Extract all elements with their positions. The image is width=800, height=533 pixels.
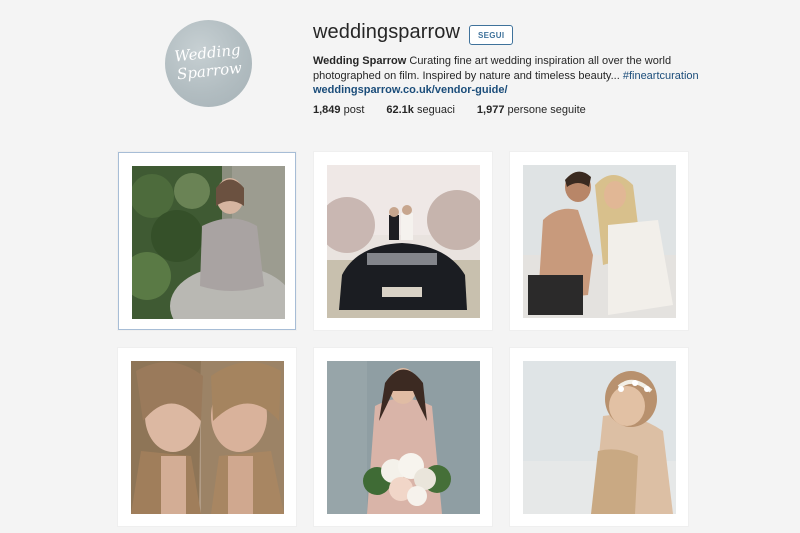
bio-full-name: Wedding Sparrow (313, 55, 407, 67)
profile-avatar[interactable]: Wedding Sparrow (165, 20, 252, 107)
post-photo (327, 361, 480, 514)
follow-button[interactable]: SEGUI (469, 25, 514, 45)
post-photo (327, 165, 480, 318)
bio-hashtag-link[interactable]: #fineartcuration (623, 70, 699, 82)
profile-bio: Wedding Sparrow Curating fine art weddin… (313, 54, 703, 98)
post-tile[interactable] (118, 348, 296, 526)
post-tile[interactable] (510, 152, 688, 330)
post-tile[interactable] (510, 348, 688, 526)
profile-username: weddingsparrow (313, 21, 461, 43)
stat-followers[interactable]: 62.1k seguaci (386, 104, 455, 116)
stat-posts: 1,849 post (313, 104, 365, 116)
avatar-logo-image: Wedding Sparrow (174, 41, 243, 84)
stat-following[interactable]: 1,977 persone seguite (477, 104, 586, 116)
post-photo (131, 361, 284, 514)
post-photo (523, 165, 676, 318)
post-photo (523, 361, 676, 514)
profile-website-link[interactable]: weddingsparrow.co.uk/vendor-guide/ (313, 83, 703, 98)
post-tile[interactable] (314, 348, 492, 526)
profile-stats: 1,849 post 62.1k seguaci 1,977 persone s… (313, 104, 608, 116)
post-tile[interactable] (314, 152, 492, 330)
post-photo (132, 166, 285, 319)
post-tile[interactable] (118, 152, 296, 330)
